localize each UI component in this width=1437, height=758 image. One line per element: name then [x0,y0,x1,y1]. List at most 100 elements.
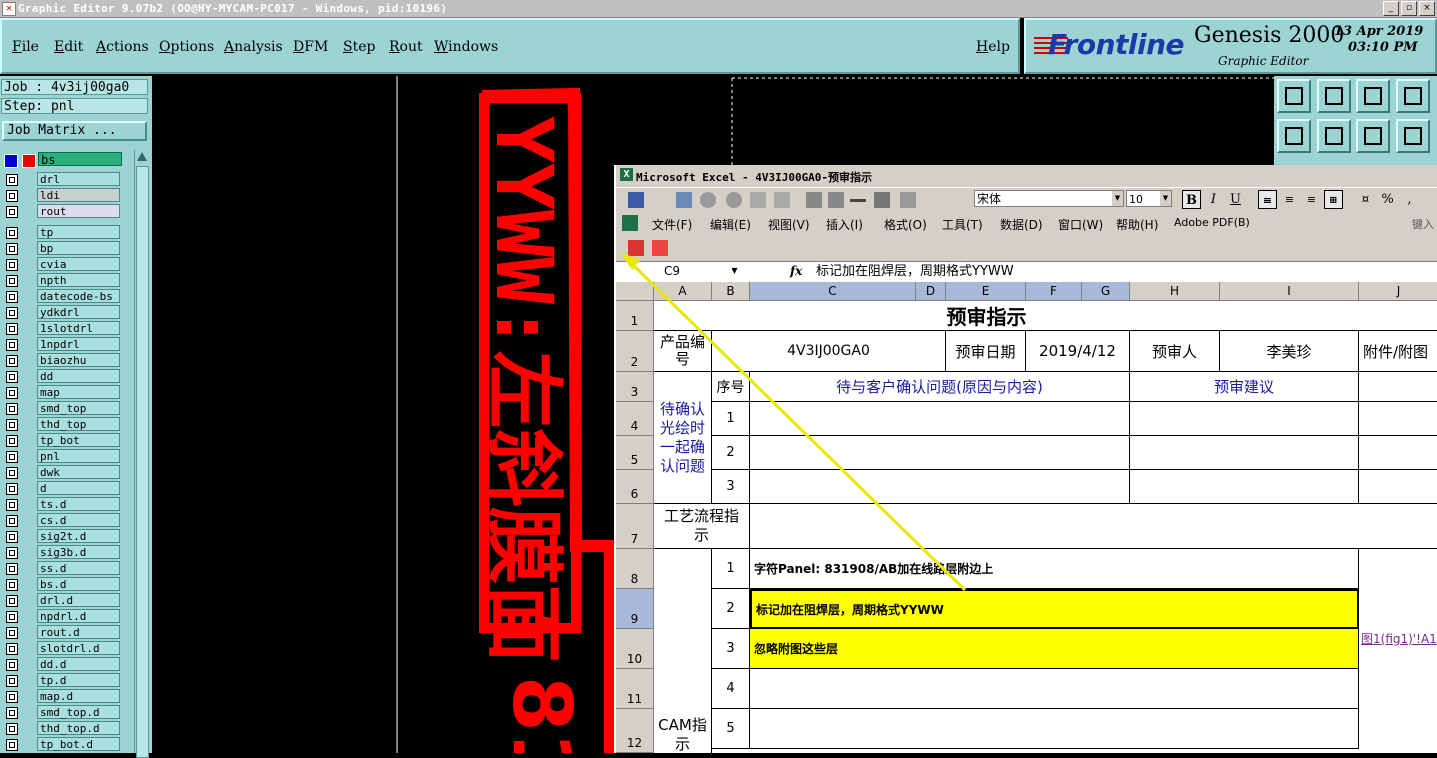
cam-seq[interactable]: 5 [712,709,750,749]
layer-checkbox[interactable] [6,595,18,607]
layer-row[interactable]: smd_top.d [2,705,122,720]
font-size-select[interactable]: 10 ▼ [1126,190,1172,207]
column-header[interactable]: B [712,282,750,301]
column-header[interactable]: C [750,282,916,301]
pdf-email-icon[interactable] [652,240,668,256]
layer-name[interactable]: dwk [37,465,120,479]
layer-name[interactable]: datecode-bs [37,289,120,303]
excel-menu-insert[interactable]: 插入(I) [826,216,863,233]
row-header[interactable]: 1 [616,301,654,331]
layer-checkbox[interactable] [6,499,18,511]
job-matrix-button[interactable]: Job Matrix ... [2,121,147,141]
layer-name[interactable]: map [37,385,120,399]
product-value[interactable]: 4V3IJ00GA0 [712,331,946,372]
row-header[interactable]: 8 [616,549,654,589]
chevron-down-icon[interactable]: ▼ [729,263,740,278]
align-right-button[interactable]: ≡ [1302,190,1321,209]
menu-options[interactable]: Options [159,39,214,55]
layer-row[interactable]: thd_top.d [2,721,122,736]
layer-row[interactable]: pnl [2,449,122,464]
cam-label[interactable]: CAM指示 [654,549,712,753]
layer-name[interactable]: ldi [37,188,120,202]
layer-name[interactable]: ydkdrl [37,305,120,319]
work-color-swatch[interactable] [22,154,36,168]
excel-menu-edit[interactable]: 编辑(E) [710,216,751,233]
layer-row[interactable]: sig3b.d [2,545,122,560]
process-cell[interactable] [750,504,1437,549]
shape-icon[interactable] [700,192,716,208]
layer-row[interactable]: biaozhu [2,353,122,368]
layer-name[interactable]: drl [37,172,120,186]
layer-name[interactable]: dd.d [37,657,120,671]
layer-name[interactable]: cs.d [37,513,120,527]
menu-step[interactable]: Step [343,39,375,55]
row-header[interactable]: 5 [616,436,654,470]
spreadsheet-grid[interactable]: A B C D E F G H I J 1 2 3 4 5 6 7 8 9 10… [616,282,1437,753]
layer-name[interactable]: thd_top [37,417,120,431]
issue-header[interactable]: 待与客户确认问题(原因与内容) [750,372,1130,402]
cam-seq[interactable]: 2 [712,589,750,629]
layer-row[interactable]: npdrl.d [2,609,122,624]
column-header[interactable]: D [916,282,946,301]
currency-icon[interactable]: ¤ [1356,190,1375,209]
column-header[interactable]: I [1220,282,1359,301]
layer-name[interactable]: bs.d [37,577,120,591]
issue-cell[interactable] [750,436,1130,470]
layer-row[interactable]: 1npdrl [2,337,122,352]
column-header[interactable]: G [1082,282,1130,301]
layer-name[interactable]: ss.d [37,561,120,575]
advice-cell[interactable] [1130,470,1359,504]
layer-name[interactable]: npdrl.d [37,609,120,623]
layer-row[interactable]: slotdrl.d [2,641,122,656]
sheet-title[interactable]: 预审指示 [654,301,1437,331]
layer-checkbox[interactable] [6,723,18,735]
layer-row[interactable]: 1slotdrl [2,321,122,336]
attachment-cell[interactable] [1359,402,1437,436]
menu-windows[interactable]: Windows [434,39,498,55]
layer-name[interactable]: slotdrl.d [37,641,120,655]
date-value[interactable]: 2019/4/12 [1026,331,1130,372]
layer-name[interactable]: tp_bot [37,433,120,447]
merge-center-button[interactable]: ⊞ [1324,190,1343,209]
layer-checkbox[interactable] [6,675,18,687]
row-header[interactable]: 7 [616,504,654,549]
layer-checkbox[interactable] [6,275,18,287]
layer-row[interactable]: map.d [2,689,122,704]
column-header[interactable]: H [1130,282,1220,301]
layer-name[interactable]: tp [37,225,120,239]
layer-row[interactable]: cs.d [2,513,122,528]
layer-checkbox[interactable] [6,243,18,255]
row-header[interactable]: 11 [616,669,654,709]
layer-checkbox[interactable] [6,435,18,447]
row-header[interactable]: 4 [616,402,654,436]
formula-content[interactable]: 标记加在阻焊层，周期格式YYWW [816,263,1014,280]
layer-row[interactable]: cvia [2,257,122,272]
layer-checkbox[interactable] [6,227,18,239]
chevron-down-icon[interactable]: ▼ [1160,191,1171,206]
column-header[interactable]: F [1026,282,1082,301]
align-left-button[interactable]: ≡ [1258,190,1277,209]
excel-menu-file[interactable]: 文件(F) [652,216,692,233]
confirm-seq[interactable]: 1 [712,402,750,436]
select-all-corner[interactable] [616,282,654,301]
import-icon[interactable] [1277,119,1311,153]
layer-row[interactable]: rout.d [2,625,122,640]
layer-list-scrollbar[interactable] [134,150,150,758]
layer-row[interactable]: dd [2,369,122,384]
advice-cell[interactable] [1130,436,1359,470]
layer-row[interactable]: drl.d [2,593,122,608]
process-label[interactable]: 工艺流程指示 [654,504,750,549]
date-label[interactable]: 预审日期 [946,331,1026,372]
burst-icon[interactable] [774,192,790,208]
minus-icon[interactable] [828,192,844,208]
layer-checkbox[interactable] [6,659,18,671]
seq-header[interactable]: 序号 [712,372,750,402]
layer-name[interactable]: 1npdrl [37,337,120,351]
chevron-down-icon[interactable]: ▼ [1112,191,1123,206]
menu-file[interactable]: File [12,39,39,55]
cam-instruction-selected[interactable]: 标记加在阻焊层，周期格式YYWW [750,589,1359,629]
layer-name[interactable]: smd_top.d [37,705,120,719]
layer-row[interactable]: dd.d [2,657,122,672]
layer-row[interactable]: sig2t.d [2,529,122,544]
layer-checkbox[interactable] [6,531,18,543]
